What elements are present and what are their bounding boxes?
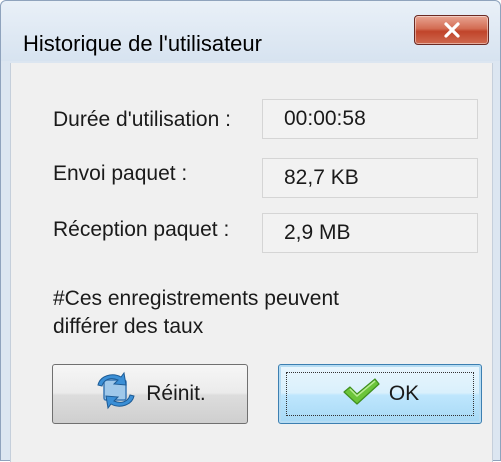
disclaimer-line-1: #Ces enregistrements peuvent <box>53 287 339 310</box>
received-label: Réception paquet : <box>53 218 230 241</box>
dialog-content: Durée d'utilisation : 00:00:58 Envoi paq… <box>10 63 493 462</box>
ok-button[interactable]: OK <box>278 364 482 424</box>
window-title: Historique de l'utilisateur <box>23 31 262 56</box>
close-button[interactable] <box>414 15 489 45</box>
history-dialog: Historique de l'utilisateur Durée d'util… <box>0 0 501 462</box>
close-icon <box>441 21 463 39</box>
disclaimer-note: #Ces enregistrements peuvent différer de… <box>53 285 453 341</box>
received-value: 2,9 MB <box>262 213 478 253</box>
disclaimer-line-2: différer des taux <box>53 315 204 338</box>
reset-button[interactable]: Réinit. <box>52 364 248 424</box>
reset-arrows-icon <box>94 371 138 417</box>
duration-value: 00:00:58 <box>262 99 478 139</box>
reset-button-label: Réinit. <box>146 382 206 405</box>
sent-label: Envoi paquet : <box>53 162 188 185</box>
title-bar[interactable]: Historique de l'utilisateur <box>1 1 500 61</box>
checkmark-icon <box>341 376 381 412</box>
ok-button-label: OK <box>388 382 420 405</box>
duration-label: Durée d'utilisation : <box>53 108 231 131</box>
sent-value: 82,7 KB <box>262 158 478 198</box>
